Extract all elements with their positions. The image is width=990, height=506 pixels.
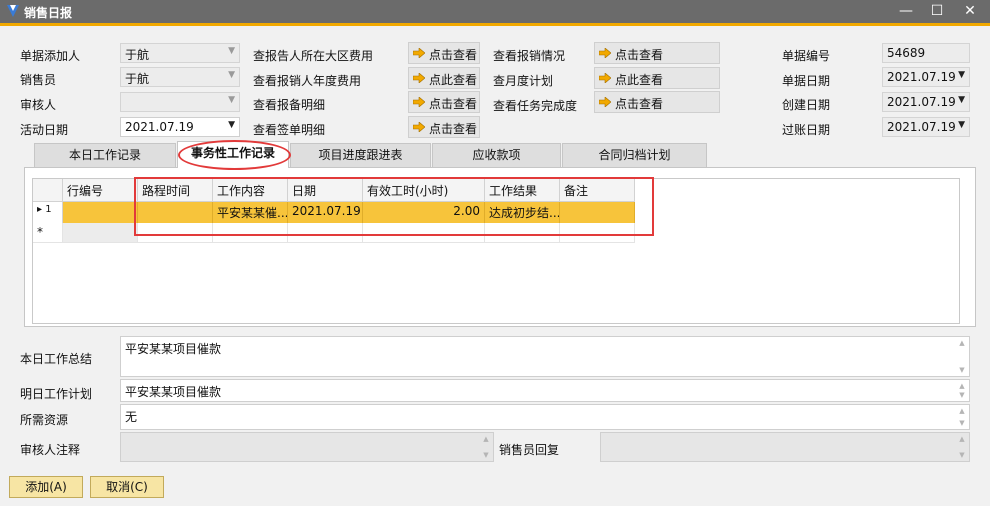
- contract-detail-label: 查看签单明细: [253, 123, 326, 137]
- scroll-up-icon[interactable]: ▲: [957, 339, 967, 347]
- view-filing-detail-button[interactable]: 点击查看: [408, 91, 480, 113]
- doc-date-label: 单据日期: [782, 74, 831, 88]
- title-accent-bar: [0, 23, 990, 26]
- new-row-marker[interactable]: *: [33, 223, 63, 243]
- monthly-plan-label: 查月度计划: [493, 74, 554, 88]
- arrow-right-icon: [599, 73, 611, 83]
- grid-corner: [33, 179, 63, 202]
- scroll-up-icon[interactable]: ▲: [957, 382, 967, 390]
- arrow-right-icon: [599, 48, 611, 58]
- posting-date-label: 过账日期: [782, 123, 831, 137]
- close-button[interactable]: ✕: [957, 2, 983, 21]
- doc-number-label: 单据编号: [782, 49, 831, 63]
- creator-field[interactable]: 于航 ▼: [120, 43, 240, 63]
- scroll-down-icon[interactable]: ▼: [957, 451, 967, 459]
- scroll-up-icon[interactable]: ▲: [957, 407, 967, 415]
- reviewer-field[interactable]: ▼: [120, 92, 240, 112]
- dropdown-arrow-icon: ▼: [228, 70, 235, 80]
- salesperson-field[interactable]: 于航 ▼: [120, 67, 240, 87]
- view-monthly-plan-button[interactable]: 点此查看: [594, 67, 720, 89]
- highlight-oval: [178, 140, 291, 170]
- tab-contract-archive[interactable]: 合同归档计划: [562, 143, 707, 167]
- today-summary-label: 本日工作总结: [20, 352, 93, 366]
- tab-project-progress[interactable]: 项目进度跟进表: [290, 143, 431, 167]
- scrollbar[interactable]: ▲ ▼: [481, 433, 491, 461]
- highlight-rectangle: [134, 177, 654, 236]
- dropdown-arrow-icon: ▼: [958, 120, 965, 130]
- scroll-down-icon[interactable]: ▼: [481, 451, 491, 459]
- row-pointer-icon: ▸: [37, 204, 43, 215]
- salesperson-label: 销售员: [20, 73, 57, 87]
- view-region-expense-button[interactable]: 点击查看: [408, 42, 480, 64]
- filing-detail-label: 查看报备明细: [253, 98, 326, 112]
- dropdown-arrow-icon: ▼: [958, 70, 965, 80]
- new-row-cell[interactable]: [63, 223, 138, 243]
- reviewer-note-textarea[interactable]: ▲ ▼: [120, 432, 494, 462]
- arrow-right-icon: [413, 73, 425, 83]
- arrow-right-icon: [413, 97, 425, 107]
- scroll-up-icon[interactable]: ▲: [957, 435, 967, 443]
- tab-daily-work[interactable]: 本日工作记录: [34, 143, 176, 167]
- doc-date-field[interactable]: 2021.07.19 ▼: [882, 67, 970, 87]
- app-logo-icon: [7, 5, 19, 17]
- col-header-line-no[interactable]: 行编号: [63, 179, 138, 202]
- today-summary-textarea[interactable]: 平安某某项目催款 ▲ ▼: [120, 336, 970, 377]
- tomorrow-plan-textarea[interactable]: 平安某某项目催款 ▲ ▼: [120, 379, 970, 402]
- view-contract-detail-button[interactable]: 点击查看: [408, 116, 480, 138]
- cancel-button[interactable]: 取消(C): [90, 476, 164, 498]
- scrollbar[interactable]: ▲ ▼: [957, 405, 967, 429]
- tomorrow-plan-label: 明日工作计划: [20, 387, 93, 401]
- doc-number-field: 54689: [882, 43, 970, 63]
- arrow-right-icon: [599, 97, 611, 107]
- task-completion-label: 查看任务完成度: [493, 99, 578, 113]
- row-indicator[interactable]: ▸ 1: [33, 202, 63, 223]
- scroll-up-icon[interactable]: ▲: [481, 435, 491, 443]
- reviewer-label: 审核人: [20, 98, 57, 112]
- scroll-down-icon[interactable]: ▼: [957, 366, 967, 374]
- add-button[interactable]: 添加(A): [9, 476, 83, 498]
- row-number: 1: [45, 204, 52, 215]
- reimbursement-label: 查看报销情况: [493, 49, 566, 63]
- tomorrow-plan-text: 平安某某项目催款: [125, 385, 222, 399]
- arrow-right-icon: [413, 48, 425, 58]
- dropdown-arrow-icon: ▼: [228, 46, 235, 56]
- posting-date-field[interactable]: 2021.07.19 ▼: [882, 117, 970, 137]
- activity-date-label: 活动日期: [20, 123, 69, 137]
- scroll-down-icon[interactable]: ▼: [957, 419, 967, 427]
- resources-textarea[interactable]: 无 ▲ ▼: [120, 404, 970, 430]
- maximize-button[interactable]: ☐: [924, 2, 950, 21]
- scrollbar[interactable]: ▲ ▼: [957, 337, 967, 376]
- scrollbar[interactable]: ▲ ▼: [957, 380, 967, 401]
- dropdown-arrow-icon: ▼: [228, 95, 235, 105]
- tab-receivables[interactable]: 应收款项: [432, 143, 561, 167]
- resources-text: 无: [125, 410, 138, 424]
- cell-line-no[interactable]: [63, 202, 138, 223]
- arrow-right-icon: [413, 122, 425, 132]
- activity-date-field[interactable]: 2021.07.19 ▼: [120, 117, 240, 137]
- dropdown-arrow-icon: ▼: [228, 120, 235, 130]
- title-bar: [0, 0, 990, 23]
- minimize-button[interactable]: —: [893, 2, 919, 21]
- view-task-completion-button[interactable]: 点击查看: [594, 91, 720, 113]
- reviewer-note-label: 审核人注释: [20, 443, 81, 457]
- region-expense-label: 查报告人所在大区费用: [253, 49, 374, 63]
- sales-reply-label: 销售员回复: [499, 443, 560, 457]
- scrollbar[interactable]: ▲ ▼: [957, 433, 967, 461]
- annual-expense-label: 查看报销人年度费用: [253, 74, 362, 88]
- dropdown-arrow-icon: ▼: [958, 95, 965, 105]
- view-reimbursement-button[interactable]: 点击查看: [594, 42, 720, 64]
- created-date-field[interactable]: 2021.07.19 ▼: [882, 92, 970, 112]
- window-title: 销售日报: [24, 6, 73, 20]
- view-annual-expense-button[interactable]: 点此查看: [408, 67, 480, 89]
- creator-label: 单据添加人: [20, 49, 81, 63]
- scroll-down-icon[interactable]: ▼: [957, 391, 967, 399]
- created-date-label: 创建日期: [782, 98, 831, 112]
- today-summary-text: 平安某某项目催款: [125, 342, 222, 356]
- sales-reply-textarea[interactable]: ▲ ▼: [600, 432, 970, 462]
- resources-label: 所需资源: [20, 413, 69, 427]
